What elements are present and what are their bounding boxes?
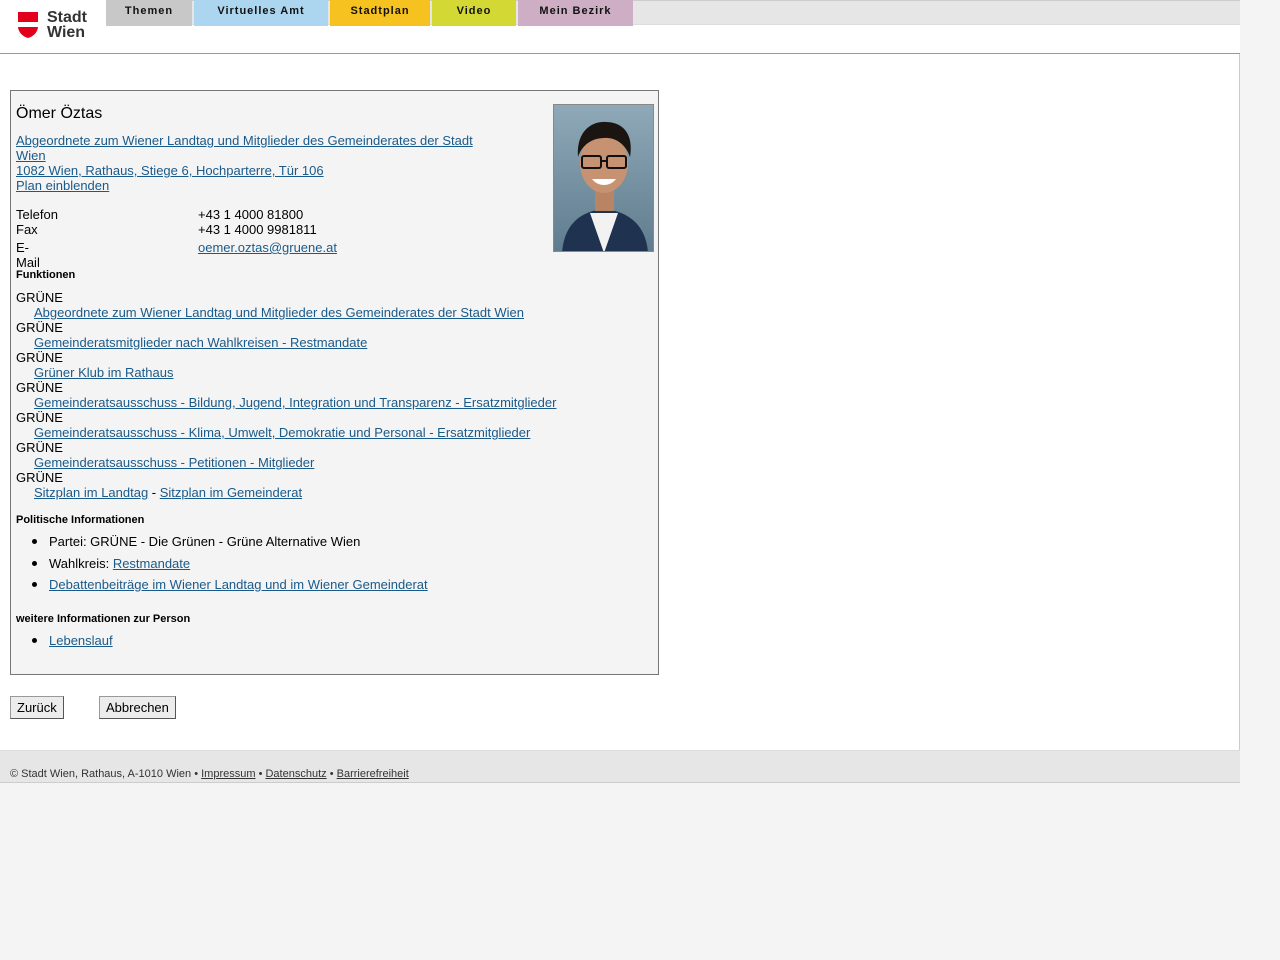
function-link[interactable]: Gemeinderatsausschuss - Klima, Umwelt, D… — [34, 425, 530, 440]
function-party: GRÜNE — [16, 410, 63, 425]
contact-label: Fax — [16, 222, 38, 237]
site-footer: © Stadt Wien, Rathaus, A-1010 Wien • Imp… — [0, 750, 1240, 783]
function-link[interactable]: Gemeinderatsausschuss - Petitionen - Mit… — [34, 455, 314, 470]
back-button[interactable]: Zurück — [10, 696, 64, 719]
wien-shield-icon — [18, 12, 38, 38]
email-link[interactable]: oemer.oztas@gruene.at — [198, 240, 337, 255]
function-party: GRÜNE — [16, 320, 63, 335]
copyright: © Stadt Wien, Rathaus, A-1010 Wien — [10, 768, 192, 780]
stadt-wien-logo[interactable]: Stadt Wien — [17, 10, 92, 42]
seating-plan-gemeinderat-link[interactable]: Sitzplan im Gemeinderat — [160, 485, 302, 500]
footer-text: © Stadt Wien, Rathaus, A-1010 Wien • Imp… — [10, 768, 409, 780]
tab-stadtplan[interactable]: Stadtplan — [330, 0, 430, 26]
functions-heading: Funktionen — [16, 269, 76, 281]
function-party: GRÜNE — [16, 470, 63, 485]
party-info: Partei: GRÜNE - Die Grünen - Grüne Alter… — [49, 534, 361, 549]
person-photo — [553, 104, 654, 252]
cv-link[interactable]: Lebenslauf — [49, 633, 113, 648]
contact-label: Telefon — [16, 207, 58, 222]
tab-themen[interactable]: Themen — [106, 0, 192, 26]
wahlkreis-link[interactable]: Restmandate — [113, 556, 190, 571]
show-plan-link[interactable]: Plan einblenden — [16, 178, 109, 193]
function-link[interactable]: Abgeordnete zum Wiener Landtag und Mitgl… — [34, 305, 524, 320]
wahlkreis-label: Wahlkreis: — [49, 556, 113, 571]
fax-value: +43 1 4000 9981811 — [198, 222, 317, 237]
portrait-image — [554, 105, 653, 251]
cancel-button[interactable]: Abbrechen — [99, 696, 176, 719]
function-link[interactable]: Gemeinderatsmitglieder nach Wahlkreisen … — [34, 335, 367, 350]
phone-value: +43 1 4000 81800 — [198, 207, 304, 222]
logo-text: Stadt Wien — [47, 9, 87, 41]
person-name: Ömer Öztas — [16, 105, 103, 122]
function-party: GRÜNE — [16, 380, 63, 395]
address-link[interactable]: 1082 Wien, Rathaus, Stiege 6, Hochparter… — [16, 163, 324, 178]
position-link[interactable]: Abgeordnete zum Wiener Landtag und Mitgl… — [16, 133, 496, 163]
datenschutz-link[interactable]: Datenschutz — [265, 768, 326, 780]
function-party: GRÜNE — [16, 440, 63, 455]
separator: • — [191, 768, 202, 780]
tab-virtuelles-amt[interactable]: Virtuelles Amt — [194, 0, 328, 26]
person-card: Ömer Öztas Abgeordnete zum Wiener Landta… — [10, 90, 659, 675]
wahlkreis-info: Wahlkreis: Restmandate — [49, 556, 190, 571]
separator: • — [326, 768, 337, 780]
bullet-icon — [32, 539, 37, 544]
debate-contributions-link[interactable]: Debattenbeiträge im Wiener Landtag und i… — [49, 577, 428, 592]
separator: • — [255, 768, 266, 780]
seating-plan-links: Sitzplan im Landtag - Sitzplan im Gemein… — [34, 485, 302, 500]
function-party: GRÜNE — [16, 290, 63, 305]
contact-label: E-Mail — [16, 240, 40, 270]
barrierefreiheit-link[interactable]: Barrierefreiheit — [337, 768, 409, 780]
bullet-icon — [32, 582, 37, 587]
function-link[interactable]: Grüner Klub im Rathaus — [34, 365, 173, 380]
bullet-icon — [32, 638, 37, 643]
separator: - — [148, 485, 160, 500]
political-info-heading: Politische Informationen — [16, 514, 145, 526]
seating-plan-landtag-link[interactable]: Sitzplan im Landtag — [34, 485, 148, 500]
tab-mein-bezirk[interactable]: Mein Bezirk — [518, 0, 633, 26]
further-info-heading: weitere Informationen zur Person — [16, 613, 191, 625]
tab-video[interactable]: Video — [432, 0, 516, 26]
impressum-link[interactable]: Impressum — [201, 768, 255, 780]
function-link[interactable]: Gemeinderatsausschuss - Bildung, Jugend,… — [34, 395, 556, 410]
function-party: GRÜNE — [16, 350, 63, 365]
site-header: Stadt Wien Themen Virtuelles Amt Stadtpl… — [0, 0, 1240, 54]
bullet-icon — [32, 561, 37, 566]
